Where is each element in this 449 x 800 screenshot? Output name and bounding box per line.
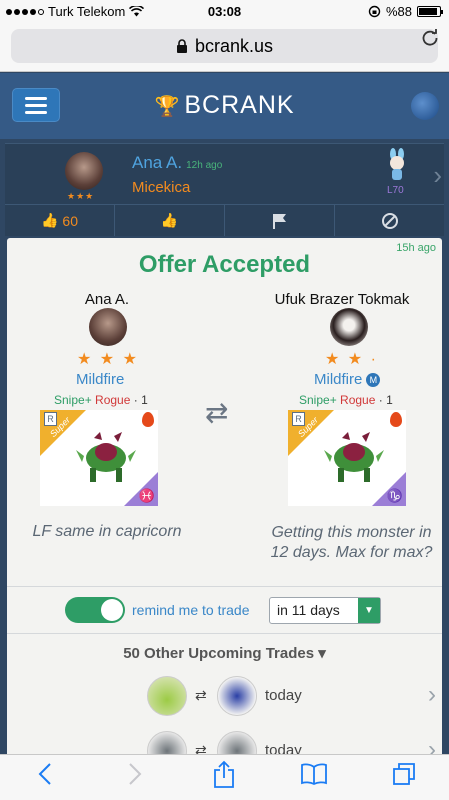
url-text: bcrank.us [194, 35, 274, 56]
toggle-knob [101, 599, 123, 621]
chevron-right-icon[interactable]: › [433, 160, 442, 191]
selected-option: in 11 days [277, 602, 340, 618]
brand-logo[interactable]: 🏆 BCRANK [0, 91, 449, 120]
bookmarks-icon[interactable] [289, 763, 339, 792]
monster-name[interactable]: Micekica [132, 179, 190, 196]
right-user-name[interactable]: Ufuk Brazer Tokmak [242, 291, 442, 308]
chevron-down-icon: ▼ [358, 598, 380, 623]
battery-percent: %88 [385, 4, 412, 19]
block-icon [381, 212, 398, 229]
browser-url-bar: bcrank.us [0, 22, 449, 72]
list-item[interactable]: ⇄ today › [7, 673, 442, 723]
like-count: 60 [62, 212, 78, 229]
left-monster-name[interactable]: Mildfire [76, 371, 124, 388]
right-description: Getting this monster in 12 days. Max for… [270, 524, 433, 561]
address-field[interactable]: bcrank.us [11, 29, 438, 63]
chevron-right-icon: › [428, 681, 436, 708]
left-trait-2: Rogue [95, 393, 131, 407]
right-trait-level: · 1 [378, 393, 393, 407]
remind-days-select[interactable]: in 11 days ▼ [269, 597, 381, 624]
time-ago: 12h ago [186, 160, 223, 171]
left-user-stars: ★ ★ ★ [77, 351, 139, 368]
left-description: LF same in capricorn [32, 523, 182, 540]
status-bar-right: %88 [368, 4, 443, 19]
browser-toolbar [0, 754, 449, 800]
upcoming-trades-toggle[interactable]: 50 Other Upcoming Trades ▾ [7, 644, 442, 662]
swap-arrows-icon: ⇄ [195, 687, 207, 703]
monster-avatar [147, 676, 187, 716]
share-icon[interactable] [199, 760, 249, 795]
block-button[interactable] [335, 205, 444, 236]
left-avatar[interactable] [89, 308, 127, 346]
trade-date: today [265, 687, 302, 704]
flag-button[interactable] [225, 205, 335, 236]
app-navbar: 🏆 BCRANK [0, 73, 449, 139]
trophy-icon: 🏆 [154, 96, 181, 118]
avatar[interactable] [65, 152, 103, 190]
battery-level-fill [419, 8, 437, 15]
right-monster-card[interactable]: Super R ♑ [288, 410, 406, 506]
divider [7, 633, 442, 634]
thumbs-up-icon: 👍 [40, 212, 59, 228]
max-badge: M [366, 373, 381, 388]
pisces-icon: ♓ [138, 488, 155, 503]
monster-thumbnail-icon [390, 148, 404, 180]
rotation-lock-icon [368, 5, 381, 18]
flag-icon [272, 213, 286, 229]
like-count-button[interactable]: 👍 60 [5, 205, 115, 236]
monster-level: L70 [387, 185, 404, 196]
lock-icon [176, 39, 187, 53]
trade-actions: 👍 60 👍 [5, 204, 444, 236]
back-icon[interactable] [20, 763, 70, 792]
remind-toggle[interactable] [65, 597, 125, 623]
user-name-link[interactable]: Ana A. [132, 153, 182, 172]
left-traits: Snipe+ Rogue · 1 [54, 393, 148, 407]
reminder-row: remind me to trade in 11 days ▼ [7, 590, 442, 630]
battery-icon [417, 6, 443, 17]
remind-label[interactable]: remind me to trade [132, 602, 250, 618]
rank-badge: R [44, 412, 57, 426]
right-trait-2: Rogue [340, 393, 376, 407]
reload-icon[interactable] [421, 29, 439, 53]
status-bar: Turk Telekom 03:08 %88 [0, 0, 449, 22]
left-trait-1: Snipe+ [54, 393, 92, 407]
right-monster-name-row: Mildfire M [314, 371, 381, 388]
right-traits: Snipe+ Rogue · 1 [299, 393, 393, 407]
divider [7, 586, 442, 587]
right-trait-1: Snipe+ [299, 393, 337, 407]
user-name-row: Ana A. 12h ago [132, 153, 222, 173]
left-monster-card[interactable]: Super R ♓ [40, 410, 158, 506]
forward-icon[interactable] [110, 763, 160, 792]
offer-status-title: Offer Accepted [138, 251, 311, 278]
tabs-icon[interactable] [379, 762, 429, 793]
offer-panel: 15h ago Offer Accepted Ana A. ★ ★ ★ Mild… [7, 238, 442, 800]
trade-header-card[interactable]: ★★★ Ana A. 12h ago Micekica L70 › [5, 143, 444, 204]
right-monster-name[interactable]: Mildfire [314, 371, 362, 388]
brand-name: BCRANK [184, 91, 295, 119]
globe-icon[interactable] [411, 92, 439, 120]
fire-element-icon [390, 412, 402, 427]
like-button[interactable]: 👍 [115, 205, 225, 236]
monster-avatar [217, 676, 257, 716]
capricorn-icon: ♑ [386, 488, 403, 503]
left-trait-level: · 1 [133, 393, 148, 407]
right-avatar[interactable] [330, 308, 368, 346]
fire-element-icon [142, 412, 154, 427]
user-stars: ★★★ [67, 191, 95, 201]
left-user-name[interactable]: Ana A. [7, 291, 207, 308]
thumbs-up-icon: 👍 [160, 212, 179, 228]
right-user-stars: ★ ★ · [325, 351, 378, 368]
swap-arrows-icon: ⇄ [205, 397, 229, 428]
rank-badge: R [292, 412, 305, 426]
